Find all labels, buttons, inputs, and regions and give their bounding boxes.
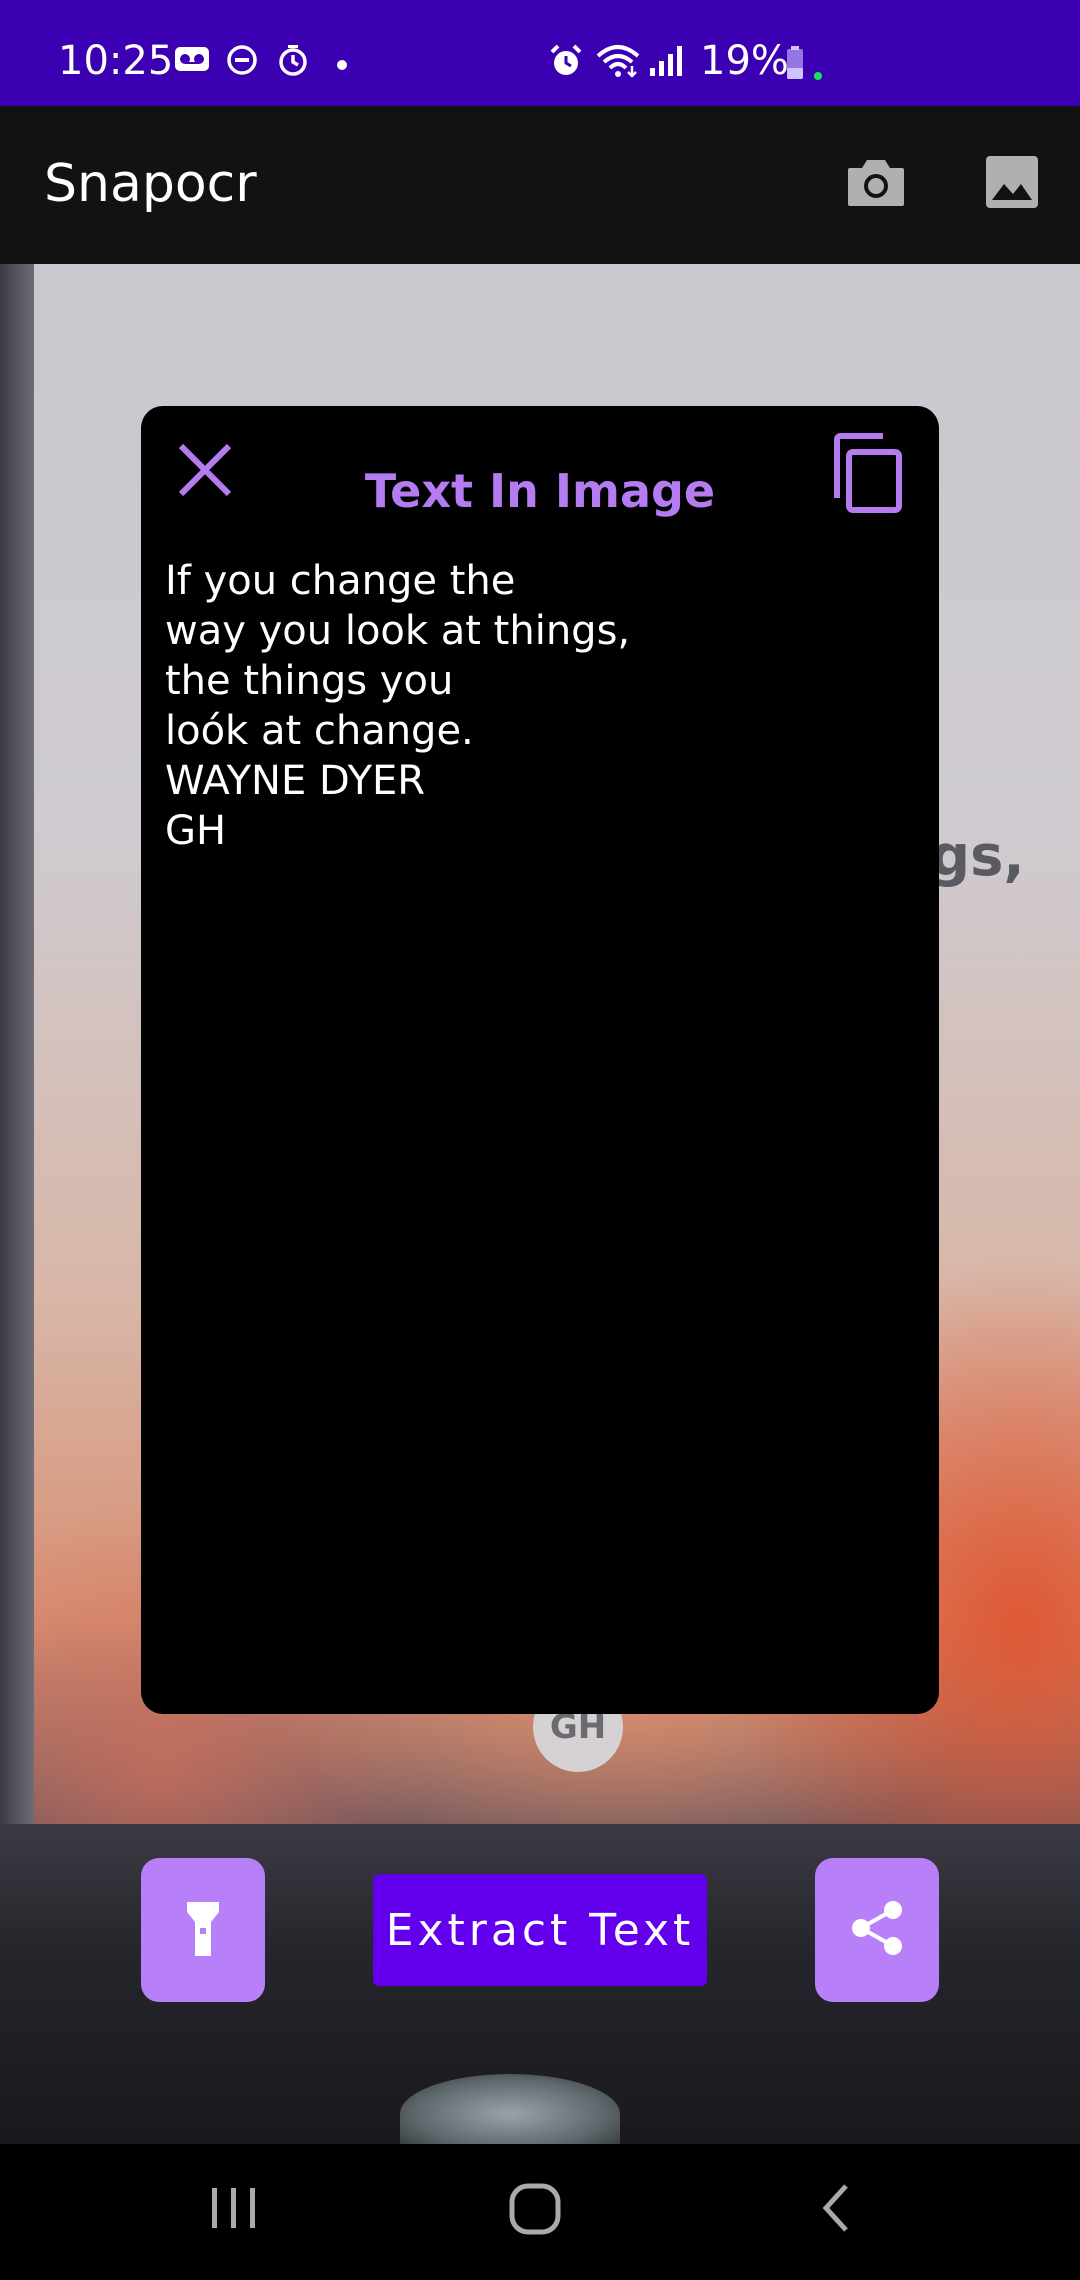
- battery-icon: [786, 44, 826, 86]
- preview-foil-object: [400, 2074, 620, 2144]
- timer-icon: [276, 44, 310, 82]
- gallery-icon[interactable]: [986, 156, 1038, 212]
- battery-percent: 19%: [700, 38, 789, 84]
- status-bar: 10:25 19%: [0, 0, 1080, 106]
- camera-icon[interactable]: [846, 156, 906, 212]
- app-title: Snapocr: [44, 154, 257, 214]
- voicemail-icon: [174, 44, 210, 78]
- status-time: 10:25: [58, 38, 174, 84]
- extract-text-button[interactable]: Extract Text: [373, 1874, 707, 1986]
- flashlight-icon: [183, 1898, 223, 1962]
- copy-icon[interactable]: [831, 432, 903, 514]
- signal-icon: [648, 44, 684, 82]
- share-button[interactable]: [815, 1858, 939, 2002]
- alarm-icon: [548, 44, 584, 82]
- dot-icon: [336, 56, 348, 75]
- home-icon[interactable]: [506, 2178, 566, 2242]
- navigation-bar: [0, 2144, 1080, 2280]
- do-not-disturb-icon: [226, 44, 258, 80]
- wifi-icon: [596, 44, 640, 82]
- dialog-title: Text In Image: [364, 464, 716, 518]
- preview-background-text: gs,: [930, 824, 1025, 889]
- preview-monitor-frame: [0, 264, 34, 1824]
- share-icon: [847, 1898, 907, 1962]
- text-result-dialog: Text In Image If you change the way you …: [141, 406, 939, 1714]
- extracted-text[interactable]: If you change the way you look at things…: [165, 556, 915, 856]
- flashlight-button[interactable]: [141, 1858, 265, 2002]
- recent-apps-icon[interactable]: [208, 2178, 260, 2242]
- back-icon[interactable]: [816, 2178, 856, 2242]
- app-bar: Snapocr: [0, 106, 1080, 264]
